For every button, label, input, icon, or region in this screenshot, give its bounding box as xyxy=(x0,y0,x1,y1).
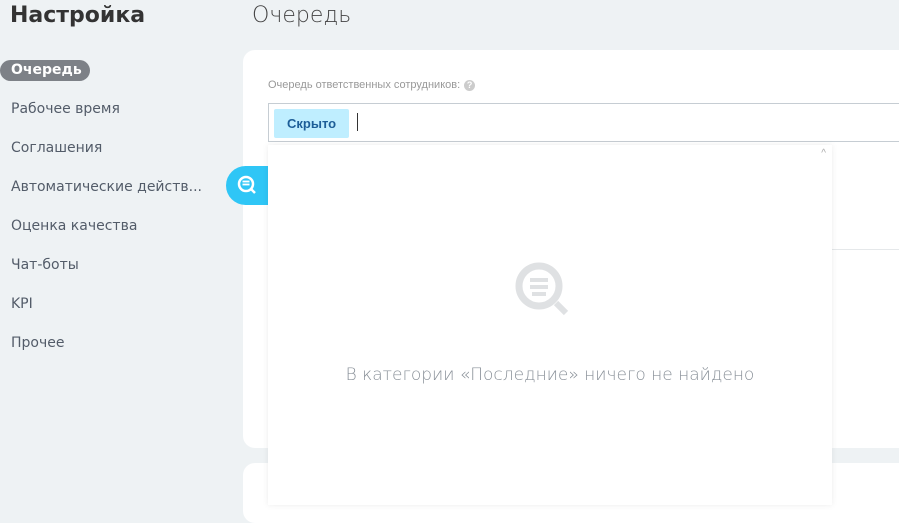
text-caret xyxy=(357,113,358,131)
sidebar-item-other[interactable]: Прочее xyxy=(0,332,202,371)
sidebar-item-automation[interactable]: Автоматические действ... xyxy=(0,176,202,215)
field-label: Очередь ответственных сотрудников:? xyxy=(268,79,476,91)
sidebar-item-label: Очередь xyxy=(0,60,90,81)
page-title: Очередь xyxy=(252,3,352,28)
dropdown-popup: ^ В категории «Последние» ничего не найд… xyxy=(268,145,832,505)
field-label-text: Очередь ответственных сотрудников: xyxy=(268,79,461,91)
divider xyxy=(832,249,899,250)
empty-search-icon xyxy=(515,262,569,316)
selected-tag[interactable]: Скрыто xyxy=(274,109,350,138)
help-icon[interactable]: ? xyxy=(464,80,476,91)
sidebar-item-kpi[interactable]: KPI xyxy=(0,293,202,332)
sidebar-item-agreements[interactable]: Соглашения xyxy=(0,137,202,176)
search-icon xyxy=(237,175,256,194)
sidebar-nav: Очередь Рабочее время Соглашения Автомат… xyxy=(0,59,202,371)
empty-message: В категории «Последние» ничего не найден… xyxy=(345,365,755,385)
sidebar-item-chatbots[interactable]: Чат-боты xyxy=(0,254,202,293)
sidebar-item-working-time[interactable]: Рабочее время xyxy=(0,98,202,137)
sidebar-item-queue[interactable]: Очередь xyxy=(0,59,202,98)
sidebar-item-quality[interactable]: Оценка качества xyxy=(0,215,202,254)
sidebar-title: Настройка xyxy=(10,3,146,28)
scroll-up-icon[interactable]: ^ xyxy=(821,148,826,159)
queue-input[interactable]: Скрыто xyxy=(268,103,899,142)
